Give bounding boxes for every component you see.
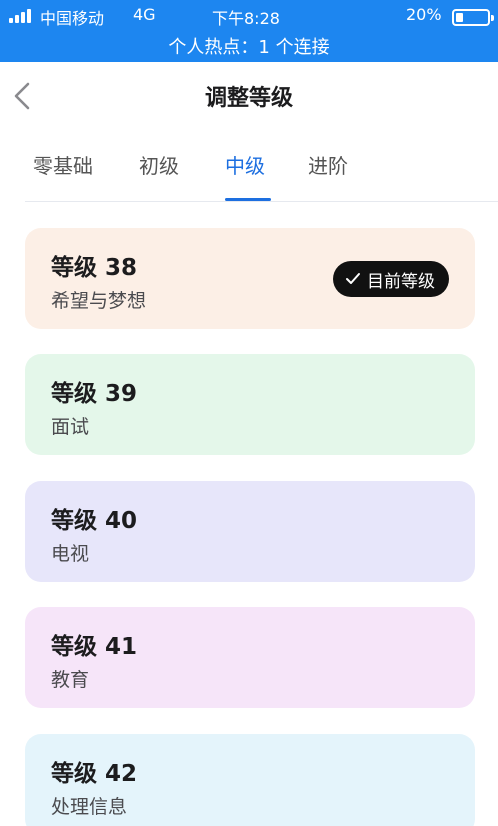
level-tabs: 零基础 初级 中级 进阶	[0, 130, 498, 202]
tab-intermediate[interactable]: 中级	[225, 150, 265, 179]
status-bar: 中国移动 4G 下午8:28 20% 个人热点：1 个连接	[0, 0, 498, 62]
level-card-40[interactable]: 等级 40 电视	[25, 481, 475, 582]
battery-percent: 20%	[406, 5, 442, 24]
checkmark-icon	[346, 273, 360, 284]
level-card-42[interactable]: 等级 42 处理信息	[25, 734, 475, 826]
page-title: 调整等级	[204, 86, 293, 111]
level-card-41[interactable]: 等级 41 教育	[25, 607, 475, 708]
current-level-badge: 目前等级	[333, 261, 449, 297]
level-subtitle: 面试	[51, 416, 90, 438]
status-row: 中国移动 4G 下午8:28 20%	[0, 5, 498, 29]
level-card-39[interactable]: 等级 39 面试	[25, 354, 475, 455]
tab-advanced[interactable]: 进阶	[308, 150, 348, 179]
carrier-label: 中国移动	[40, 9, 105, 28]
level-card-38[interactable]: 等级 38 希望与梦想 目前等级	[25, 228, 475, 329]
level-subtitle: 电视	[51, 543, 90, 565]
level-subtitle: 教育	[51, 669, 90, 691]
tabs-divider	[25, 201, 498, 202]
tab-elementary[interactable]: 初级	[139, 150, 179, 179]
tab-beginner-zero[interactable]: 零基础	[33, 150, 93, 179]
level-title: 等级 41	[51, 634, 138, 660]
level-title: 等级 42	[51, 761, 138, 787]
battery-icon	[452, 9, 494, 26]
level-title: 等级 39	[51, 381, 138, 407]
level-title: 等级 38	[51, 255, 138, 281]
signal-icon	[9, 9, 35, 23]
level-subtitle: 希望与梦想	[51, 290, 147, 312]
clock-time: 下午8:28	[212, 9, 280, 28]
level-subtitle: 处理信息	[51, 796, 128, 818]
navigation-bar: 调整等级	[0, 62, 498, 130]
network-label: 4G	[133, 5, 156, 24]
current-level-label: 目前等级	[367, 271, 435, 292]
level-title: 等级 40	[51, 508, 138, 534]
hotspot-banner[interactable]: 个人热点：1 个连接	[0, 33, 498, 59]
